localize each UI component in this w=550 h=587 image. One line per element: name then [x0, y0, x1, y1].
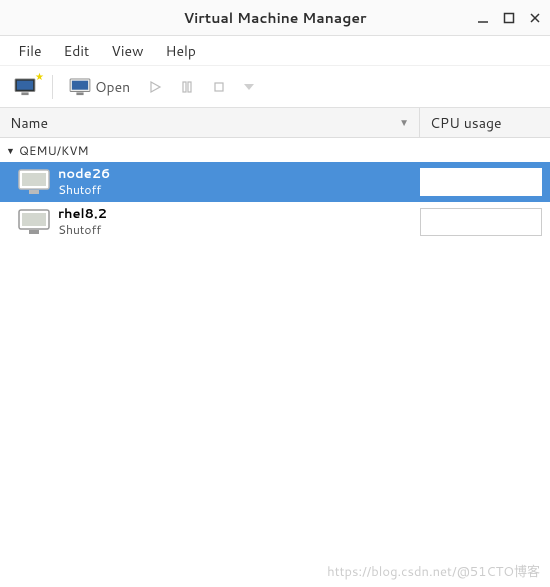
titlebar: Virtual Machine Manager — [0, 0, 550, 36]
monitor-new-icon — [14, 78, 36, 96]
cpu-usage-graph — [420, 168, 542, 196]
close-button[interactable] — [526, 9, 544, 27]
vm-row[interactable]: node26 Shutoff — [0, 162, 550, 202]
toolbar-separator — [52, 75, 53, 99]
vm-text: rhel8.2 Shutoff — [58, 207, 412, 237]
run-button[interactable] — [142, 72, 168, 102]
menubar: File Edit View Help — [0, 36, 550, 66]
vm-monitor-icon — [18, 169, 50, 195]
maximize-button[interactable] — [500, 9, 518, 27]
vm-status: Shutoff — [58, 183, 412, 197]
connection-label: QEMU/KVM — [19, 142, 89, 159]
window-title: Virtual Machine Manager — [183, 8, 366, 28]
pause-icon — [180, 80, 194, 94]
shutdown-menu-button[interactable] — [238, 72, 260, 102]
star-icon: ★ — [35, 70, 44, 84]
expand-icon: ▼ — [6, 144, 15, 157]
vm-name: rhel8.2 — [58, 207, 412, 223]
vm-text: node26 Shutoff — [58, 167, 412, 197]
vm-name: node26 — [58, 167, 412, 183]
stop-icon — [212, 80, 226, 94]
column-name-label: Name — [10, 113, 48, 133]
watermark: https://blog.csdn.net/@51CTO博客 — [327, 561, 540, 581]
vm-row[interactable]: rhel8.2 Shutoff — [0, 202, 550, 242]
minimize-button[interactable] — [474, 9, 492, 27]
menu-file[interactable]: File — [8, 37, 52, 65]
window-controls — [474, 0, 544, 36]
menu-edit[interactable]: Edit — [54, 37, 100, 65]
shutdown-button[interactable] — [206, 72, 232, 102]
open-button[interactable]: Open — [63, 72, 136, 102]
column-cpu-label: CPU usage — [430, 113, 502, 133]
column-headers: Name ▼ CPU usage — [0, 108, 550, 138]
connection-row[interactable]: ▼ QEMU/KVM — [0, 138, 550, 162]
chevron-down-icon — [244, 84, 254, 90]
menu-view[interactable]: View — [101, 37, 153, 65]
new-vm-button[interactable]: ★ — [8, 72, 42, 102]
column-cpu[interactable]: CPU usage — [420, 108, 550, 137]
column-name[interactable]: Name ▼ — [0, 108, 420, 137]
open-label: Open — [95, 77, 130, 97]
pause-button[interactable] — [174, 72, 200, 102]
monitor-icon — [69, 78, 91, 96]
sort-indicator-icon: ▼ — [399, 116, 409, 130]
vm-list: ▼ QEMU/KVM node26 Shutoff rhel8.2 Shutof… — [0, 138, 550, 242]
vm-monitor-icon — [18, 209, 50, 235]
menu-help[interactable]: Help — [156, 37, 206, 65]
play-icon — [148, 80, 162, 94]
cpu-usage-graph — [420, 208, 542, 236]
vm-status: Shutoff — [58, 223, 412, 237]
toolbar: ★ Open — [0, 66, 550, 108]
